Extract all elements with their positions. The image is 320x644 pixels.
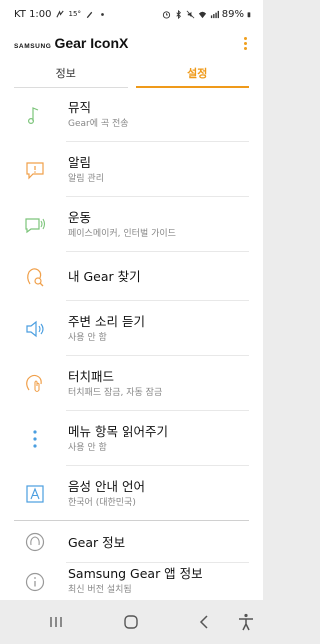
bluetooth-icon xyxy=(176,9,181,19)
recent-apps-icon[interactable] xyxy=(46,612,66,632)
settings-list: 뮤직 Gear에 곡 전송 알림 알림 관리 운동 페이스메이커, 인터벌 가이… xyxy=(0,88,263,600)
voice-language-icon xyxy=(26,485,44,503)
dot-notification-icon xyxy=(101,12,104,16)
signal-icon xyxy=(210,10,219,18)
settings-item-ambient-sound[interactable]: 주변 소리 듣기 사용 안 함 xyxy=(0,308,263,350)
settings-item-title: 뮤직 xyxy=(68,100,92,115)
read-menu-icon xyxy=(33,430,37,448)
back-icon[interactable] xyxy=(195,612,215,632)
tab-bar: 정보 설정 xyxy=(0,58,263,88)
settings-item-gear-info[interactable]: Gear 정보 xyxy=(0,524,263,560)
settings-item-workout[interactable]: 운동 페이스메이커, 인터벌 가이드 xyxy=(0,204,263,246)
settings-item-title: 음성 안내 언어 xyxy=(68,479,145,494)
settings-item-title: Samsung Gear 앱 정보 xyxy=(68,566,203,581)
more-options-icon[interactable] xyxy=(237,32,253,54)
notification-icon xyxy=(26,162,44,180)
divider xyxy=(66,410,249,411)
settings-item-title: 내 Gear 찾기 xyxy=(68,269,141,284)
app-logo: SAMSUNG Gear IconX xyxy=(14,35,128,51)
settings-item-notifications[interactable]: 알림 알림 관리 xyxy=(0,149,263,191)
status-temp: 15° xyxy=(68,10,81,18)
settings-item-subtitle: 터치패드 잠금, 자동 잠금 xyxy=(68,388,163,398)
brand-samsung: SAMSUNG xyxy=(14,43,52,50)
tab-settings[interactable]: 설정 xyxy=(132,58,264,88)
section-divider xyxy=(14,520,249,521)
divider xyxy=(66,251,249,252)
settings-item-title: 주변 소리 듣기 xyxy=(68,314,145,329)
settings-item-title: 터치패드 xyxy=(68,369,115,384)
settings-item-subtitle: 최신 버전 설치됨 xyxy=(68,585,132,595)
settings-item-subtitle: 한국어 (대한민국) xyxy=(68,498,136,508)
find-gear-icon xyxy=(27,268,44,287)
wifi-icon xyxy=(198,11,206,18)
battery-percent: 89% xyxy=(221,8,244,20)
settings-item-subtitle: 알림 관리 xyxy=(68,174,104,184)
settings-item-subtitle: 사용 안 함 xyxy=(68,333,107,343)
settings-item-find-gear[interactable]: 내 Gear 찾기 xyxy=(0,259,263,295)
settings-item-app-info[interactable]: Samsung Gear 앱 정보 최신 버전 설치됨 xyxy=(0,562,263,600)
mute-icon xyxy=(186,10,195,18)
workout-icon xyxy=(25,218,46,234)
app-bar: SAMSUNG Gear IconX xyxy=(0,28,263,58)
settings-item-voice-language[interactable]: 음성 안내 언어 한국어 (대한민국) xyxy=(0,473,263,515)
tab-info[interactable]: 정보 xyxy=(0,58,132,88)
divider xyxy=(66,465,249,466)
status-time: KT 1:00 xyxy=(14,8,52,20)
home-icon[interactable] xyxy=(121,612,141,632)
ambient-sound-icon xyxy=(26,320,44,338)
settings-item-music[interactable]: 뮤직 Gear에 곡 전송 xyxy=(0,94,263,136)
divider xyxy=(66,141,249,142)
settings-item-read-menu[interactable]: 메뉴 항목 읽어주기 사용 안 함 xyxy=(0,418,263,460)
settings-item-title: 알림 xyxy=(68,155,92,170)
system-navigation-bar xyxy=(0,600,263,644)
touchpad-icon xyxy=(26,374,42,393)
gear-info-icon xyxy=(25,532,45,552)
settings-item-title: 운동 xyxy=(68,210,92,225)
edit-notification-icon xyxy=(86,11,93,18)
alarm-icon xyxy=(162,10,170,19)
music-note-icon xyxy=(27,107,39,125)
battery-icon xyxy=(247,11,251,17)
settings-item-touchpad[interactable]: 터치패드 터치패드 잠금, 자동 잠금 xyxy=(0,363,263,405)
chat-notification-icon xyxy=(55,9,64,17)
settings-item-title: 메뉴 항목 읽어주기 xyxy=(68,424,168,439)
brand-product: Gear IconX xyxy=(54,35,129,51)
settings-item-subtitle: 사용 안 함 xyxy=(68,443,107,453)
divider xyxy=(66,196,249,197)
divider xyxy=(66,355,249,356)
settings-item-title: Gear 정보 xyxy=(68,535,126,550)
status-bar: KT 1:00 15° 89% xyxy=(0,0,263,28)
app-info-icon xyxy=(25,572,45,592)
divider xyxy=(66,300,249,301)
settings-item-subtitle: 페이스메이커, 인터벌 가이드 xyxy=(68,229,176,239)
settings-item-subtitle: Gear에 곡 전송 xyxy=(68,119,129,129)
accessibility-icon[interactable] xyxy=(236,612,256,632)
